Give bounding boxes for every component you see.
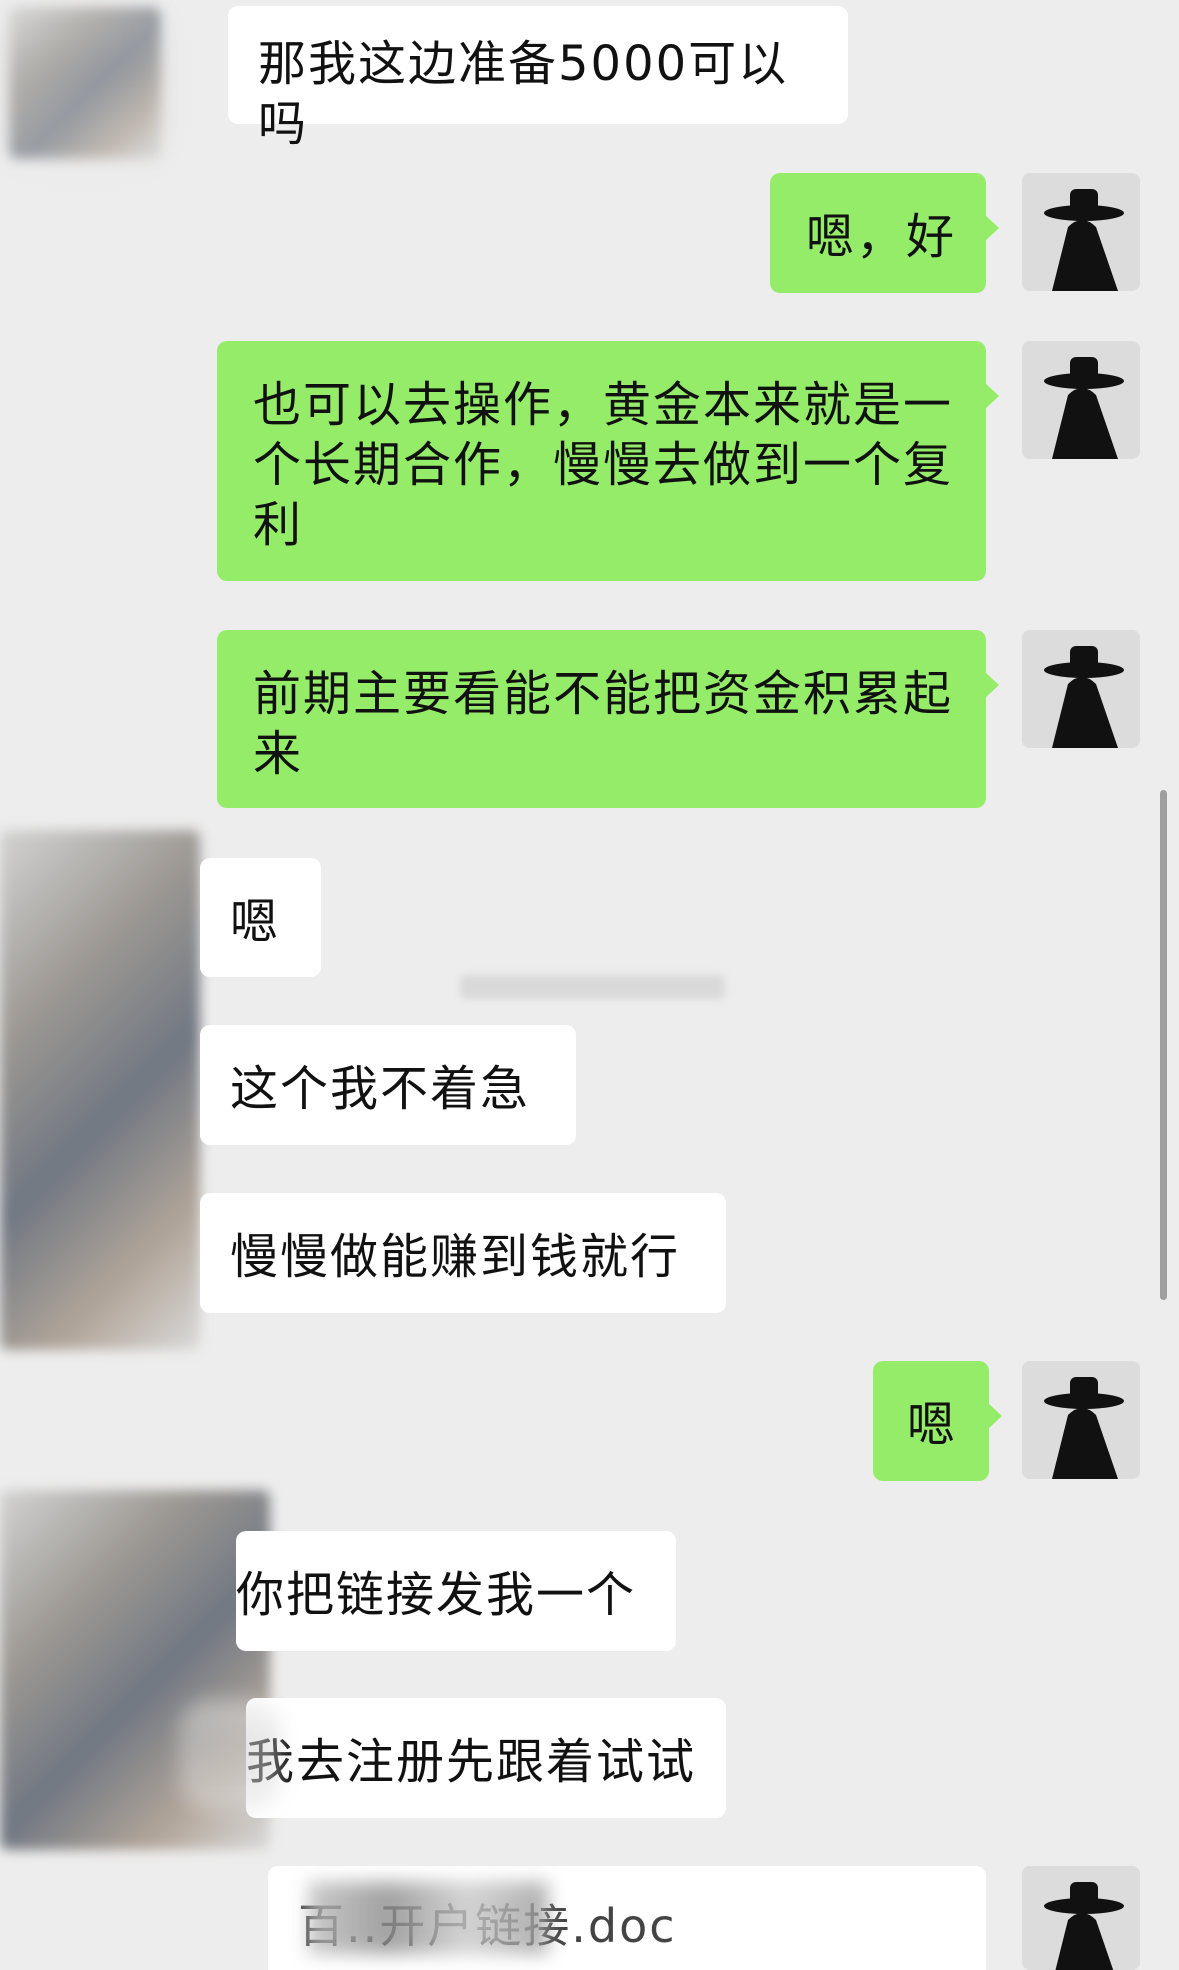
silhouette-hat-icon — [1022, 1361, 1140, 1479]
my-avatar[interactable] — [1022, 341, 1140, 459]
contact-avatar[interactable] — [0, 830, 200, 1350]
message-bubble-incoming[interactable]: 嗯 — [200, 858, 321, 977]
message-bubble-outgoing[interactable]: 也可以去操作，黄金本来就是一个长期合作，慢慢去做到一个复利 — [217, 341, 999, 581]
message-bubble-outgoing[interactable]: 嗯 — [873, 1361, 1002, 1481]
my-avatar[interactable] — [1022, 1866, 1140, 1970]
silhouette-hat-icon — [1022, 341, 1140, 459]
silhouette-hat-icon — [1022, 1866, 1140, 1970]
message-bubble-incoming[interactable]: 你把链接发我一个 — [236, 1531, 676, 1651]
redaction-smudge — [180, 1700, 280, 1810]
message-bubble-outgoing[interactable]: 前期主要看能不能把资金积累起来 — [217, 630, 999, 808]
silhouette-hat-icon — [1022, 630, 1140, 748]
redaction-smudge — [0, 0, 170, 170]
message-bubble-outgoing[interactable]: 嗯，好 — [770, 173, 999, 293]
silhouette-hat-icon — [1022, 173, 1140, 291]
message-bubble-incoming[interactable]: 我去注册先跟着试试 — [246, 1698, 726, 1818]
scrollbar[interactable] — [1160, 790, 1167, 1300]
my-avatar[interactable] — [1022, 1361, 1140, 1479]
my-avatar[interactable] — [1022, 173, 1140, 291]
message-bubble-incoming[interactable]: 慢慢做能赚到钱就行 — [200, 1193, 726, 1313]
chat-view: 那我这边准备5000可以吗 嗯，好 也可以去操作，黄金本来就是一个长期合作，慢慢… — [0, 0, 1179, 1970]
redacted-timestamp — [460, 975, 725, 999]
file-message-card[interactable]: 百..开户链接.doc — [268, 1866, 986, 1970]
my-avatar[interactable] — [1022, 630, 1140, 748]
message-bubble-incoming[interactable]: 这个我不着急 — [200, 1025, 576, 1145]
redaction-smudge — [308, 1882, 548, 1954]
message-bubble-incoming[interactable]: 那我这边准备5000可以吗 — [228, 6, 848, 152]
